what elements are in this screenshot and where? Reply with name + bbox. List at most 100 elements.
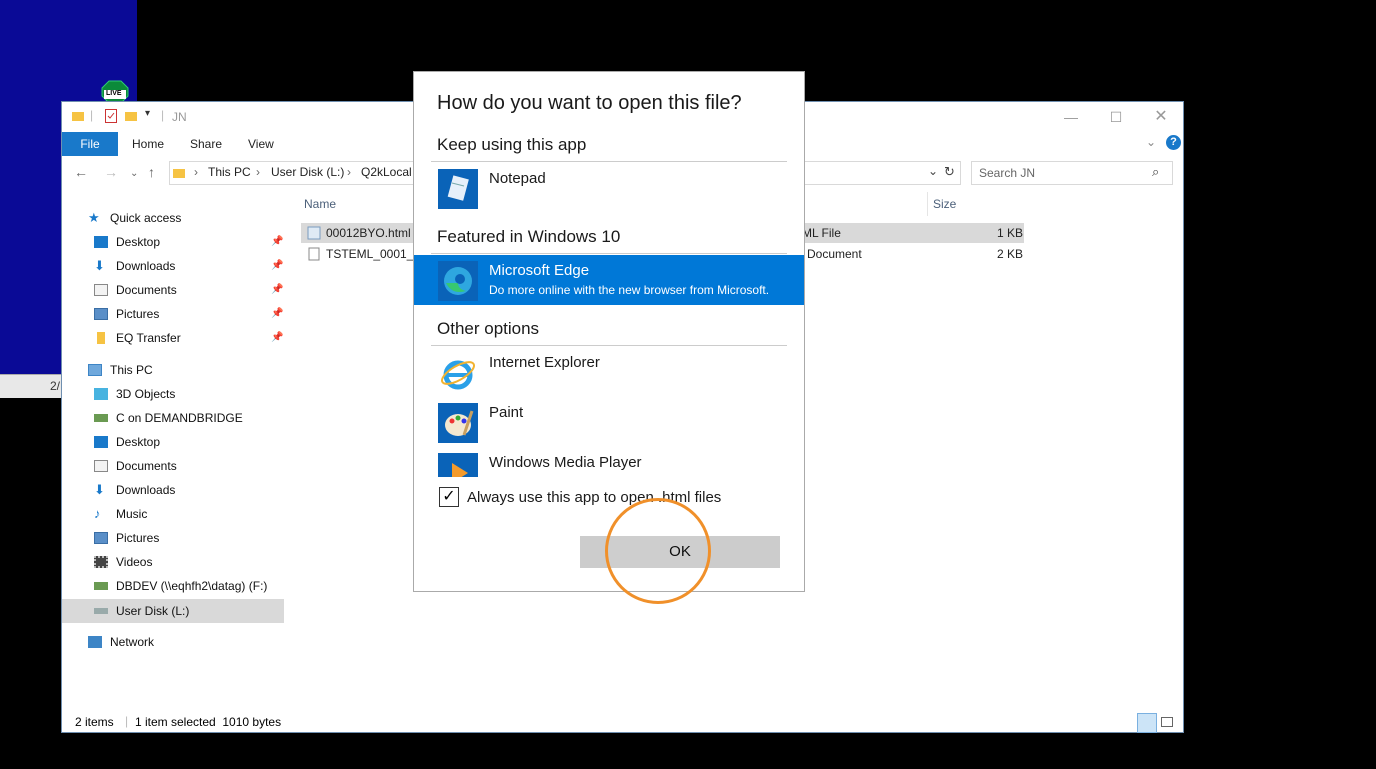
column-header-size[interactable]: Size [933, 197, 956, 211]
html-file-icon [307, 226, 321, 243]
breadcrumb-separator[interactable]: › [256, 165, 260, 179]
recent-locations-icon[interactable]: ⌄ [130, 168, 138, 179]
large-icons-view-icon[interactable] [1161, 717, 1173, 727]
separator: | [90, 108, 94, 122]
nav-label: C on DEMANDBRIDGE [116, 411, 243, 425]
nav-this-pc[interactable]: This PC [88, 358, 153, 382]
back-arrow-icon[interactable]: ← [74, 164, 88, 180]
nav-documents[interactable]: Documents [94, 278, 177, 302]
new-folder-icon[interactable] [125, 110, 137, 125]
nav-label: 3D Objects [116, 387, 176, 401]
download-arrow-icon: ⬇ [94, 258, 105, 273]
status-item-count: 2 items [75, 715, 114, 729]
divider [431, 161, 787, 162]
column-divider[interactable] [927, 192, 928, 216]
nav-label: Downloads [116, 259, 176, 273]
network-drive-icon [94, 582, 108, 590]
pin-icon[interactable]: 📌 [271, 284, 283, 295]
details-view-icon[interactable] [1137, 713, 1157, 733]
close-icon[interactable]: ✕ [1138, 102, 1184, 132]
customize-toolbar-icon[interactable]: ▾ [145, 108, 150, 119]
tab-home[interactable]: Home [132, 132, 164, 156]
file-type: ML File [802, 226, 841, 240]
properties-icon[interactable] [105, 109, 117, 126]
nav-3d-objects[interactable]: 3D Objects [94, 382, 175, 406]
file-type: Document [807, 247, 862, 261]
documents-icon [94, 284, 108, 296]
background-strip-text: 2/ [50, 379, 61, 393]
app-option-notepad[interactable]: Notepad [414, 163, 804, 213]
status-selection: 1 item selected 1010 bytes [135, 715, 282, 729]
nav-user-disk[interactable]: User Disk (L:) [94, 599, 189, 623]
maximize-icon[interactable]: ☐ [1093, 102, 1139, 132]
edge-icon [438, 261, 478, 301]
tab-file[interactable]: File [62, 132, 118, 156]
nav-videos[interactable]: Videos [94, 550, 152, 574]
help-icon[interactable]: ? [1166, 135, 1181, 150]
pin-icon[interactable]: 📌 [271, 236, 283, 247]
status-separator: | [125, 714, 129, 728]
refresh-icon[interactable]: ↻ [944, 164, 955, 180]
search-icon[interactable]: ⌕ [1152, 164, 1159, 180]
nav-pc-downloads[interactable]: ⬇ Downloads [94, 478, 175, 502]
nav-pc-pictures[interactable]: Pictures [94, 526, 159, 550]
nav-label: Documents [116, 459, 177, 473]
address-dropdown-icon[interactable]: ⌄ [928, 164, 938, 178]
desktop-icon [94, 236, 108, 248]
tab-share[interactable]: Share [190, 132, 222, 156]
minimize-icon[interactable]: — [1048, 102, 1094, 132]
nav-dbdev[interactable]: DBDEV (\\eqhfh2\datag) (F:) [94, 574, 267, 598]
network-icon [88, 636, 102, 648]
network-drive-icon [94, 414, 108, 422]
section-featured: Featured in Windows 10 [437, 227, 621, 246]
live-label: LIVE [106, 90, 122, 97]
breadcrumb-separator[interactable]: › [347, 165, 351, 179]
always-use-checkbox[interactable]: ✓ [439, 487, 459, 507]
pin-icon[interactable]: 📌 [271, 308, 283, 319]
file-size: 2 KB [997, 247, 1024, 261]
dialog-title: How do you want to open this file? [437, 92, 742, 114]
breadcrumb-this-pc[interactable]: This PC [208, 165, 251, 179]
nav-eq-transfer[interactable]: EQ Transfer [94, 326, 181, 350]
breadcrumb-user-disk[interactable]: User Disk (L:) [271, 165, 344, 179]
nav-pictures[interactable]: Pictures [94, 302, 159, 326]
nav-label: Pictures [116, 531, 160, 545]
background-window-strip: 2/ [0, 374, 61, 398]
nav-c-demandbridge[interactable]: C on DEMANDBRIDGE [94, 406, 243, 430]
expand-ribbon-icon[interactable]: ⌄ [1146, 135, 1156, 149]
folder-icon [97, 332, 105, 344]
nav-network[interactable]: Network [88, 630, 154, 654]
media-player-icon [438, 453, 478, 477]
forward-arrow-icon[interactable]: → [104, 164, 118, 180]
documents-icon [94, 460, 108, 472]
nav-quick-access[interactable]: ★ Quick access [88, 206, 181, 230]
app-option-windows-media-player[interactable]: Windows Media Player [414, 447, 804, 477]
tab-view[interactable]: View [248, 132, 274, 156]
column-header-name[interactable]: Name [304, 197, 336, 211]
file-size: 1 KB [997, 226, 1024, 240]
nav-pc-documents[interactable]: Documents [94, 454, 177, 478]
nav-pc-desktop[interactable]: Desktop [94, 430, 160, 454]
document-file-icon [307, 247, 321, 264]
search-placeholder: Search JN [979, 166, 1036, 180]
up-arrow-icon[interactable]: ↑ [148, 164, 155, 180]
app-option-internet-explorer[interactable]: Internet Explorer [414, 347, 804, 397]
section-keep-using: Keep using this app [437, 135, 587, 154]
nav-label: EQ Transfer [116, 331, 181, 345]
nav-label: Network [110, 635, 155, 649]
pin-icon[interactable]: 📌 [271, 260, 283, 271]
app-name: Paint [489, 404, 524, 421]
app-option-paint[interactable]: Paint [414, 397, 804, 447]
nav-desktop[interactable]: Desktop [94, 230, 160, 254]
internet-explorer-icon [438, 353, 478, 393]
breadcrumb-q2klocal[interactable]: Q2kLocal [361, 165, 412, 179]
breadcrumb-separator[interactable]: › [194, 165, 198, 179]
app-name: Internet Explorer [489, 354, 600, 371]
window-title: JN [172, 110, 187, 124]
pin-icon[interactable]: 📌 [271, 332, 283, 343]
notepad-icon [438, 169, 478, 209]
nav-downloads[interactable]: ⬇ Downloads [94, 254, 175, 278]
separator: | [161, 108, 165, 122]
app-option-edge[interactable]: Microsoft Edge Do more online with the n… [414, 255, 804, 305]
nav-music[interactable]: ♪ Music [94, 502, 147, 526]
